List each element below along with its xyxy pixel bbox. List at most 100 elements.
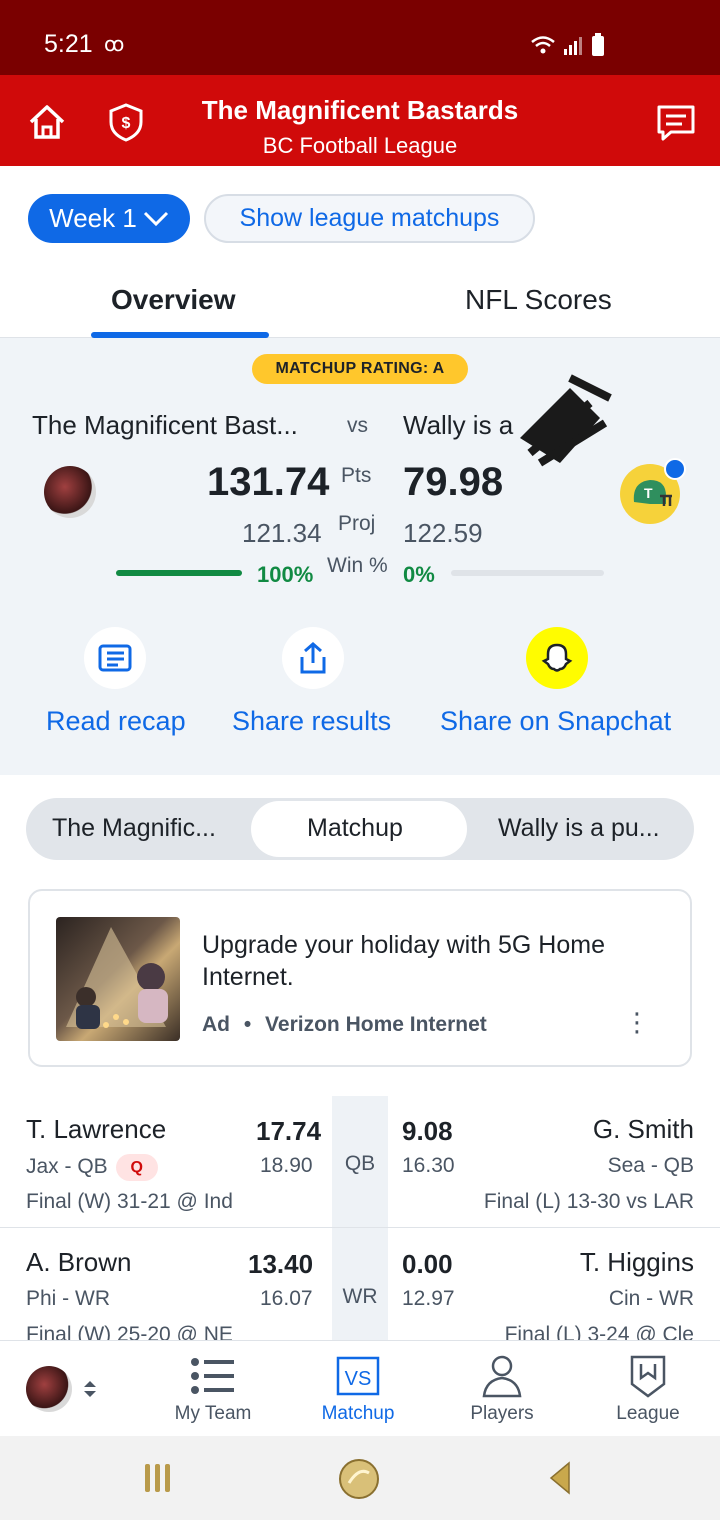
nav-matchup-label: Matchup	[321, 1403, 395, 1424]
league-name: BC Football League	[262, 133, 458, 158]
right-player-name[interactable]: G. Smith	[593, 1114, 694, 1145]
vs-label: vs	[347, 414, 368, 437]
nav-league[interactable]: League	[598, 1341, 698, 1437]
position-label: WR	[342, 1285, 378, 1308]
league-shield-icon	[630, 1355, 666, 1398]
right-player-points: 9.08	[402, 1116, 453, 1146]
left-player-team-pos-text: Jax - QB	[26, 1155, 108, 1179]
ad-card[interactable]: Upgrade your holiday with 5G Home Intern…	[28, 889, 692, 1067]
share-icon	[300, 642, 326, 674]
ad-title: Upgrade your holiday with 5G Home Intern…	[202, 931, 605, 991]
page-title: The Magnificent Bastards	[201, 95, 519, 125]
nav-my-team[interactable]: My Team	[160, 1341, 266, 1437]
nav-players[interactable]: Players	[452, 1341, 552, 1437]
ad-meta: Ad • Verizon Home Internet	[202, 1013, 487, 1037]
row-divider	[0, 1227, 720, 1228]
tab-nfl-scores[interactable]: NFL Scores	[465, 284, 612, 316]
right-player-result: Final (L) 3-24 @ Cle	[504, 1323, 694, 1340]
more-options-icon[interactable]: ⋮	[624, 1007, 650, 1038]
home-button-icon[interactable]	[336, 1456, 382, 1502]
segment-matchup[interactable]: Matchup	[307, 814, 403, 843]
ad-separator-dot: •	[243, 1013, 252, 1036]
team1-points: 131.74	[207, 460, 330, 504]
show-league-matchups-button[interactable]: Show league matchups	[204, 194, 535, 243]
matchup-overview: MATCHUP RATING: A The Magnificent Bast..…	[0, 338, 720, 775]
left-player-team-pos: Phi - WR	[26, 1287, 110, 1310]
left-player-points: 17.74	[256, 1116, 322, 1146]
chevron-down-icon	[143, 211, 168, 226]
read-recap-label[interactable]: Read recap	[46, 706, 186, 737]
right-player-team-pos: Sea - QB	[607, 1154, 694, 1177]
tab-overview[interactable]: Overview	[111, 284, 236, 316]
team1-avatar[interactable]	[44, 466, 96, 518]
segment-team2[interactable]: Wally is a pu...	[498, 814, 660, 843]
left-player-points: 13.40	[248, 1249, 314, 1279]
home-icon[interactable]	[26, 101, 68, 143]
questionable-tag: Q	[115, 1154, 158, 1181]
win-pct-label: Win %	[327, 554, 388, 577]
scribble-redaction	[520, 374, 612, 467]
share-results-label[interactable]: Share results	[232, 706, 391, 737]
sort-arrows-icon	[84, 1381, 96, 1397]
right-player-projected: 12.97	[402, 1287, 455, 1310]
ad-image	[56, 917, 180, 1041]
matchup-rating-badge: MATCHUP RATING: A	[252, 354, 468, 384]
status-bar: 5:21 ꝏ	[0, 0, 720, 75]
chat-icon[interactable]	[654, 103, 698, 143]
voicemail-icon: ꝏ	[104, 34, 125, 56]
nav-players-label: Players	[470, 1403, 534, 1424]
position-label: QB	[344, 1152, 376, 1175]
nav-matchup[interactable]: VS Matchup	[306, 1341, 410, 1437]
status-icons	[530, 33, 610, 64]
ad-sponsor: Verizon Home Internet	[265, 1013, 487, 1036]
person-icon	[482, 1355, 522, 1398]
right-player-projected: 16.30	[402, 1154, 455, 1177]
team2-name[interactable]: Wally is a	[403, 410, 513, 441]
read-recap-button[interactable]	[84, 627, 146, 689]
segment-team1[interactable]: The Magnific...	[52, 814, 216, 843]
wifi-signal-battery-icon	[531, 33, 604, 56]
team-switcher[interactable]	[26, 1341, 146, 1437]
svg-text:T: T	[644, 485, 653, 501]
week-selector[interactable]: Week 1	[28, 194, 190, 243]
right-player-name[interactable]: T. Higgins	[580, 1247, 694, 1278]
status-time: 5:21	[44, 30, 93, 58]
team1-name[interactable]: The Magnificent Bast...	[32, 410, 298, 441]
svg-text:VS: VS	[345, 1368, 372, 1390]
team2-projected: 122.59	[403, 518, 483, 548]
left-player-name[interactable]: A. Brown	[26, 1247, 132, 1278]
share-results-button[interactable]	[282, 627, 344, 689]
team2-points: 79.98	[403, 460, 504, 504]
nav-league-label: League	[616, 1403, 680, 1424]
list-icon	[191, 1358, 234, 1394]
left-player-projected: 18.90	[260, 1154, 313, 1177]
recent-apps-icon[interactable]	[136, 1458, 180, 1498]
snapchat-ghost-icon	[541, 643, 573, 672]
right-player-points: 0.00	[402, 1249, 453, 1279]
left-player-projected: 16.07	[260, 1287, 313, 1310]
left-player-team-pos: Jax - QB Q	[26, 1154, 158, 1181]
back-icon[interactable]	[540, 1458, 580, 1498]
app-header: $ The Magnificent Bastards BC Football L…	[0, 75, 720, 166]
right-player-result: Final (L) 13-30 vs LAR	[483, 1190, 694, 1213]
tab-bar: Overview NFL Scores	[0, 270, 720, 338]
left-player-result: Final (W) 31-21 @ Ind	[26, 1190, 233, 1213]
team1-win-bar	[116, 570, 242, 576]
my-team-avatar	[26, 1366, 72, 1412]
bottom-nav: My Team VS Matchup Players League	[0, 1340, 720, 1436]
newspaper-icon	[98, 644, 132, 672]
share-snapchat-label[interactable]: Share on Snapchat	[440, 706, 671, 737]
proj-label: Proj	[338, 512, 376, 535]
team1-projected: 121.34	[242, 518, 322, 548]
right-player-team-pos: Cin - WR	[608, 1287, 694, 1310]
system-nav-bar	[0, 1436, 720, 1520]
player-row-wr[interactable]: A. Brown 13.40 Phi - WR 16.07 Final (W) …	[0, 1229, 720, 1340]
team2-win-pct: 0%	[403, 562, 435, 587]
player-row-qb[interactable]: T. Lawrence 17.74 Jax - QB Q 18.90 Final …	[0, 1096, 720, 1228]
left-player-name[interactable]: T. Lawrence	[26, 1114, 166, 1145]
nav-my-team-label: My Team	[174, 1403, 252, 1424]
week-label: Week 1	[49, 203, 137, 233]
matchup-segment-control: The Magnific... Matchup Wally is a pu...	[26, 798, 694, 860]
share-snapchat-button[interactable]	[526, 627, 588, 689]
left-player-result: Final (W) 25-20 @ NE	[26, 1323, 233, 1340]
